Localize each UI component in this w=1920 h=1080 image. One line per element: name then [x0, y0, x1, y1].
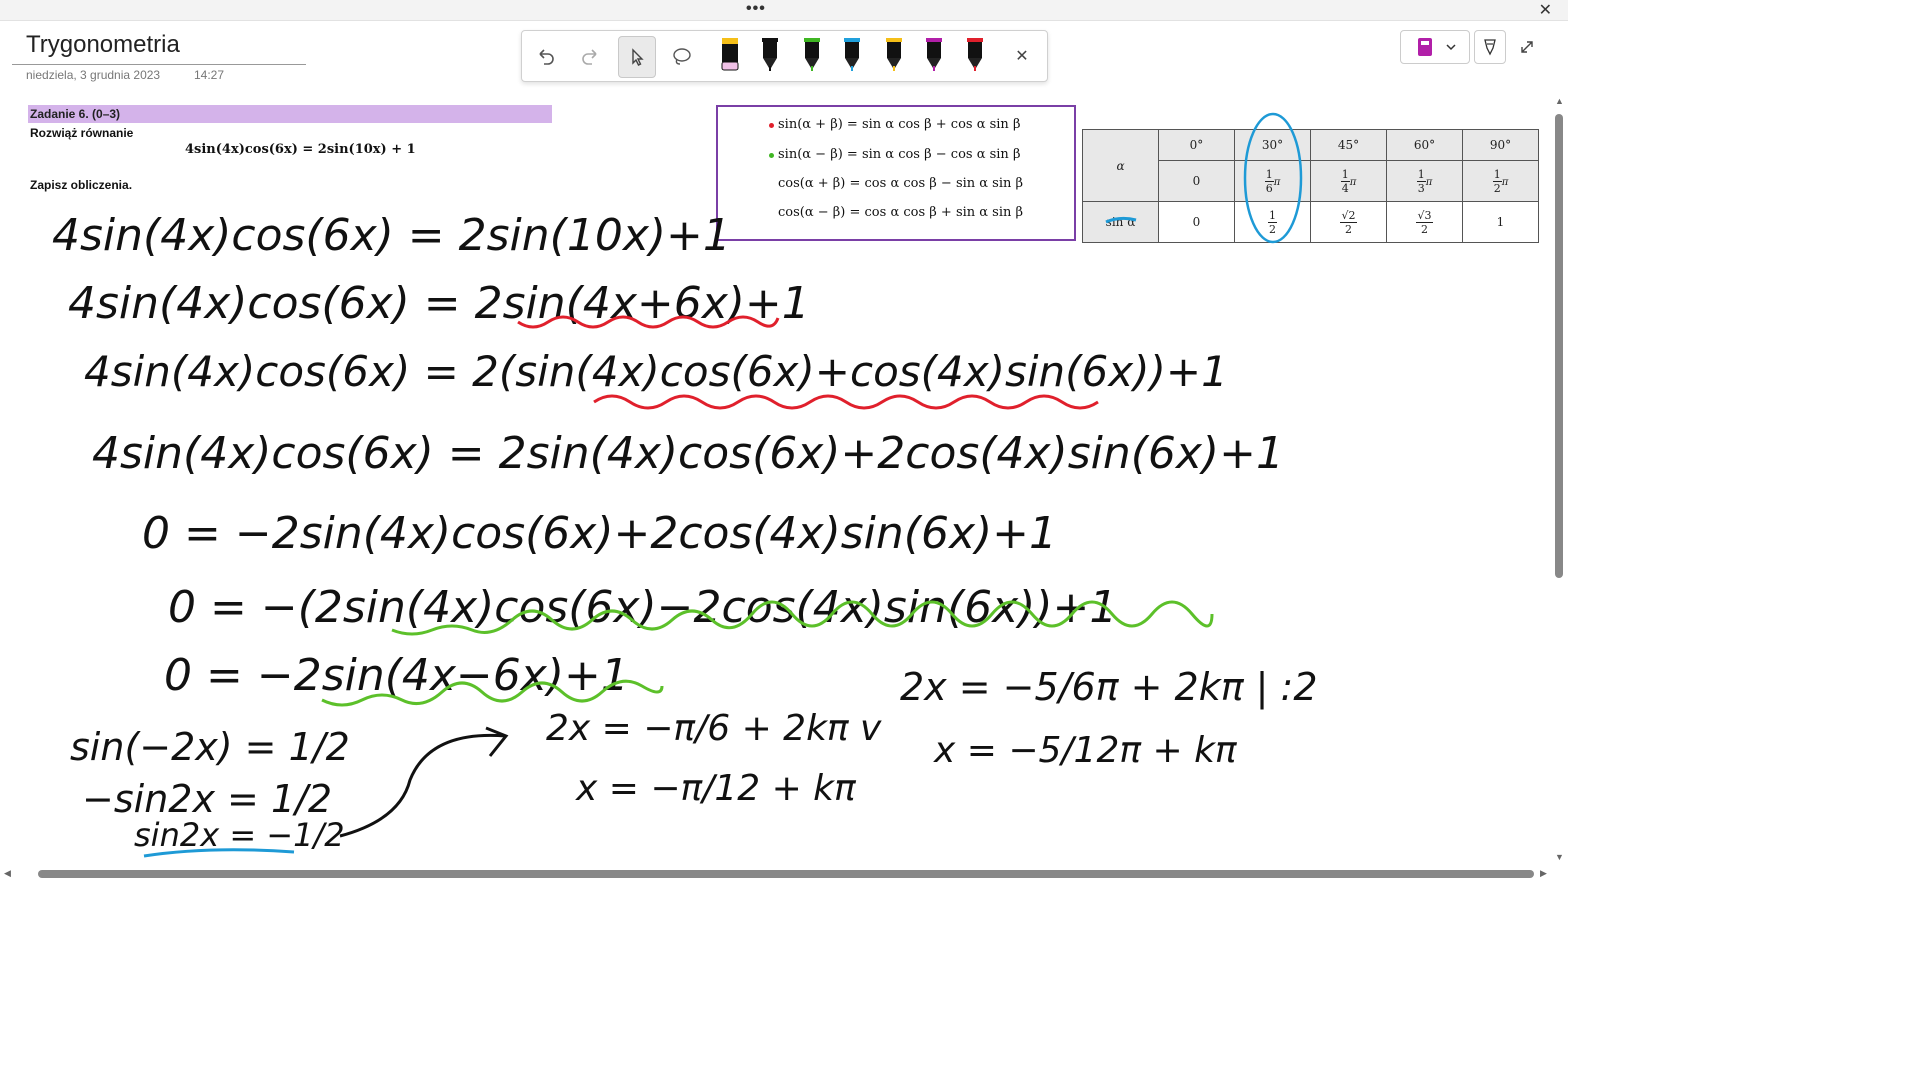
horizontal-scrollbar[interactable]	[38, 870, 1534, 878]
handwritten-line: sin(−2x) = 1/2	[70, 725, 350, 769]
scroll-down-icon[interactable]: ▼	[1555, 852, 1564, 862]
handwritten-line: 0 = −2sin(4x−6x)+1	[164, 650, 629, 701]
scroll-up-icon[interactable]: ▲	[1555, 96, 1564, 106]
vertical-scrollbar[interactable]	[1555, 114, 1563, 578]
scroll-right-icon[interactable]: ▶	[1540, 868, 1547, 879]
handwritten-line: x = −π/12 + kπ	[575, 768, 857, 809]
handwritten-line: −sin2x = 1/2	[82, 777, 332, 821]
handwritten-line: 4sin(4x)cos(6x) = 2sin(10x)+1	[52, 210, 731, 261]
blue-underline	[1105, 216, 1137, 224]
handwritten-line: 4sin(4x)cos(6x) = 2sin(4x)cos(6x)+2cos(4…	[92, 428, 1284, 479]
red-underline	[593, 394, 1099, 410]
handwritten-line: 2x = −π/6 + 2kπ v	[546, 708, 882, 749]
handwritten-line: 0 = −2sin(4x)cos(6x)+2cos(4x)sin(6x)+1	[142, 508, 1057, 559]
handwritten-line: 4sin(4x)cos(6x) = 2(sin(4x)cos(6x)+cos(4…	[84, 347, 1228, 396]
scroll-left-icon[interactable]: ◀	[4, 868, 11, 879]
handwritten-line: 2x = −5/6π + 2kπ | :2	[900, 665, 1318, 710]
blue-circle	[1243, 112, 1303, 244]
handwritten-line: x = −5/12π + kπ	[933, 730, 1238, 771]
handwriting-canvas[interactable]: 4sin(4x)cos(6x) = 2sin(10x)+1 4sin(4x)co…	[0, 0, 1552, 866]
arrow-stroke	[339, 726, 509, 838]
